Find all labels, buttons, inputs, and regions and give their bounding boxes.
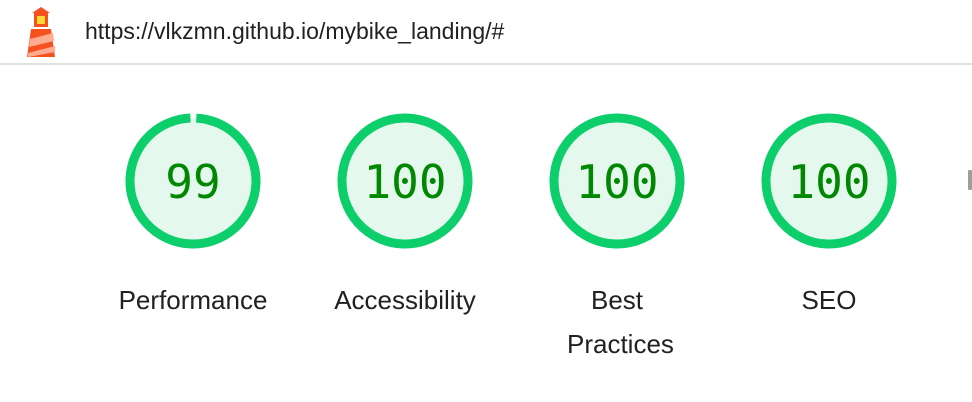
lighthouse-icon bbox=[27, 7, 55, 57]
gauge-score: 100 bbox=[575, 155, 658, 209]
report-header: https://vlkzmn.github.io/mybike_landing/… bbox=[0, 0, 972, 65]
gauge-score: 100 bbox=[363, 155, 446, 209]
gauge-accessibility[interactable]: 100 Accessibility bbox=[315, 108, 495, 322]
gauge-label: Performance bbox=[118, 285, 268, 315]
gauge-label: SEO bbox=[801, 285, 857, 315]
gauge-best-practices[interactable]: 100 Best Practices bbox=[527, 108, 707, 366]
gauge-score: 100 bbox=[787, 155, 870, 209]
gauge-seo[interactable]: 100 SEO bbox=[739, 108, 919, 322]
page-url: https://vlkzmn.github.io/mybike_landing/… bbox=[85, 18, 505, 44]
gauge-performance[interactable]: 99 Performance bbox=[103, 108, 283, 322]
next-gauge-edge bbox=[968, 170, 972, 190]
gauge-score: 99 bbox=[165, 155, 220, 209]
score-gauge: 100 bbox=[761, 113, 897, 249]
gauge-label: Best Practices bbox=[567, 285, 674, 359]
gauge-label: Accessibility bbox=[334, 285, 476, 315]
score-gauge: 100 bbox=[337, 113, 473, 249]
score-gauge: 99 bbox=[125, 113, 261, 249]
score-gauge: 100 bbox=[549, 113, 685, 249]
